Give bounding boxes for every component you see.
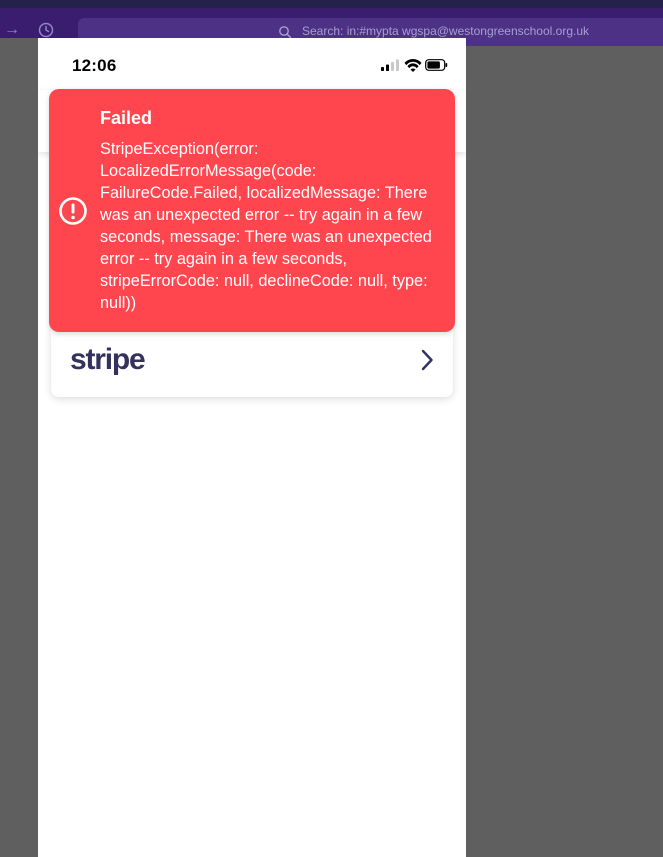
exclamation-circle-icon xyxy=(59,197,87,225)
host-app-toolbar: → Search: in:#mypta wgspa@westongreensch… xyxy=(0,0,663,46)
forward-arrow-icon[interactable]: → xyxy=(4,22,20,38)
toast-title: Failed xyxy=(100,108,153,128)
stripe-payment-option[interactable]: stripe xyxy=(51,323,453,397)
error-toast[interactable]: Failed StripeException(error: LocalizedE… xyxy=(49,89,455,332)
cellular-signal-icon xyxy=(381,59,399,71)
toast-message: StripeException(error: LocalizedErrorMes… xyxy=(100,140,432,312)
battery-icon xyxy=(425,59,448,71)
chevron-right-icon xyxy=(421,349,433,371)
wifi-icon xyxy=(404,58,422,72)
host-search-text: Search: in:#mypta wgspa@westongreenschoo… xyxy=(302,24,590,38)
history-clock-icon[interactable] xyxy=(38,22,54,38)
status-icons xyxy=(381,58,448,72)
stripe-logo: stripe xyxy=(70,343,146,376)
search-icon xyxy=(279,26,292,39)
status-time: 12:06 xyxy=(72,56,117,75)
phone-screen: 12:06 stripe Failed StripeException(erro… xyxy=(38,38,466,857)
